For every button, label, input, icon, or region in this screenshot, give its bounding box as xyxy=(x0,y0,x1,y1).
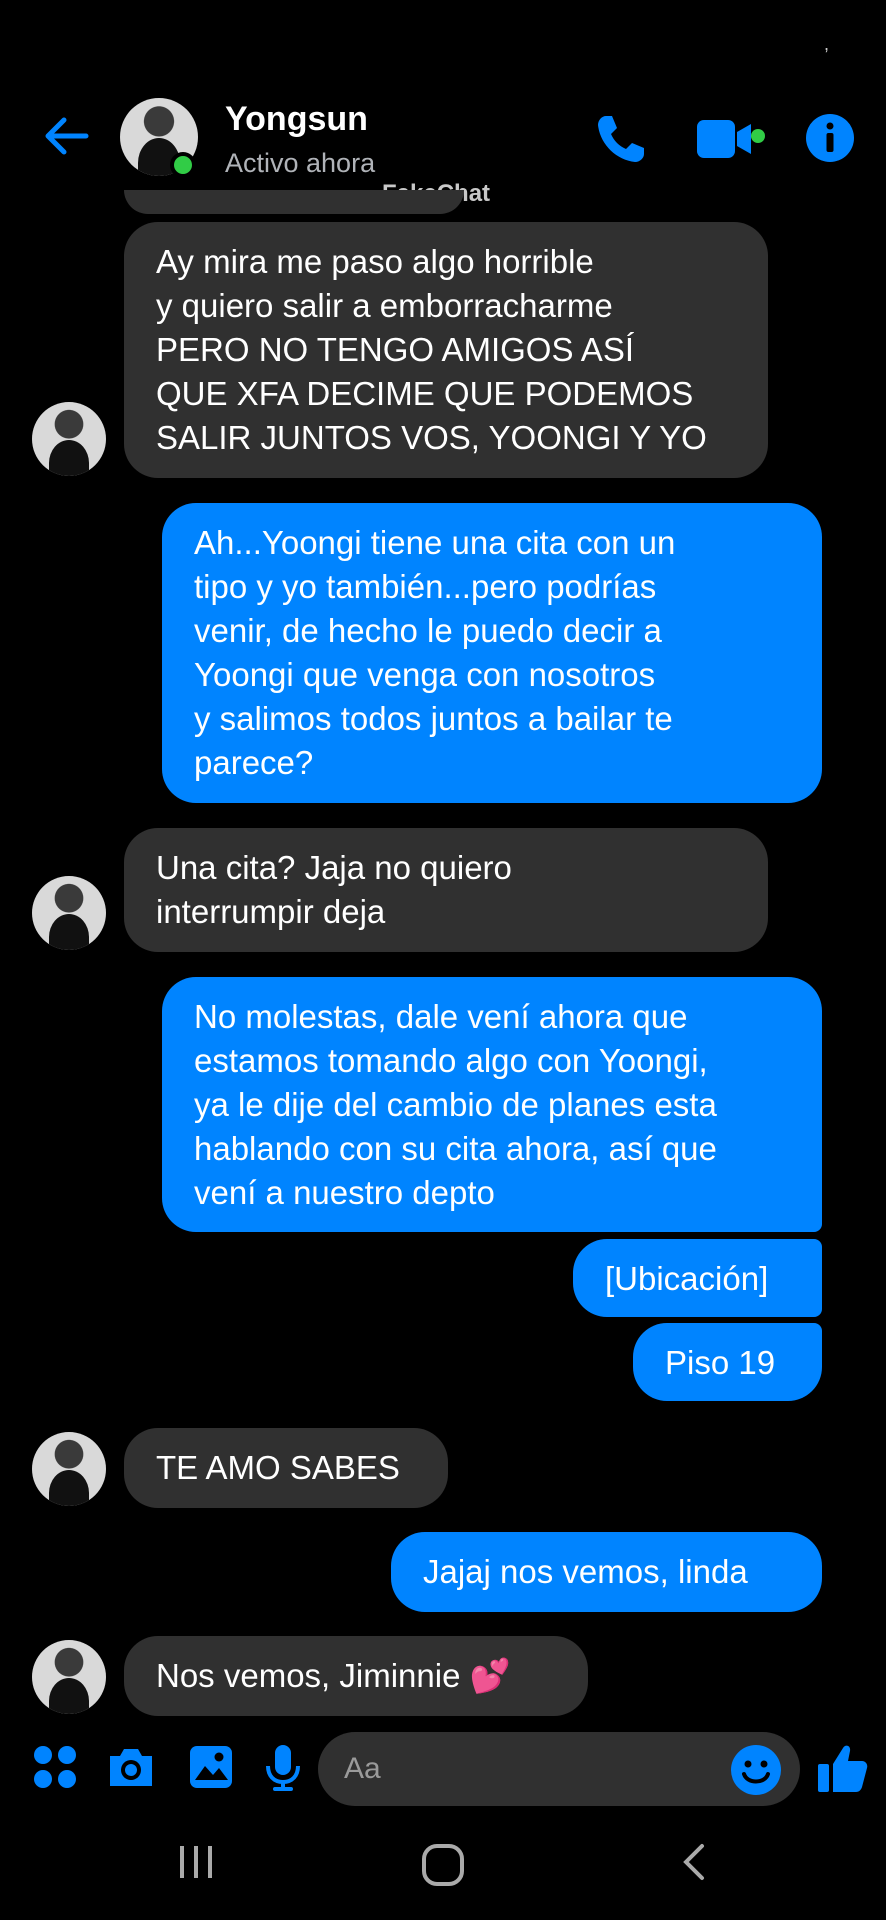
sender-avatar xyxy=(32,1432,106,1506)
thumbs-up-icon[interactable] xyxy=(814,1740,870,1796)
message-outgoing[interactable]: Jajaj nos vemos, linda xyxy=(391,1532,822,1612)
message-incoming[interactable]: Ay mira me paso algo horrible y quiero s… xyxy=(124,222,768,478)
sender-avatar xyxy=(32,402,106,476)
message-outgoing[interactable]: Piso 19 xyxy=(633,1323,822,1401)
status-bar-indicator: , xyxy=(824,34,830,54)
recent-apps-icon[interactable] xyxy=(176,1842,216,1882)
message-incoming[interactable]: Una cita? Jaja no quiero interrumpir dej… xyxy=(124,828,768,952)
online-indicator xyxy=(170,152,196,178)
info-icon[interactable] xyxy=(804,112,856,164)
message-incoming[interactable]: TE AMO SABES xyxy=(124,1428,448,1508)
sender-avatar xyxy=(32,1640,106,1714)
back-nav-icon[interactable] xyxy=(678,1842,708,1882)
emoji-icon[interactable] xyxy=(730,1744,782,1796)
phone-icon[interactable] xyxy=(594,112,648,166)
message-outgoing[interactable]: Ah...Yoongi tiene una cita con un tipo y… xyxy=(162,503,822,803)
camera-icon[interactable] xyxy=(106,1742,156,1792)
sender-avatar xyxy=(32,876,106,950)
message-outgoing-location[interactable]: [Ubicación] xyxy=(573,1239,822,1317)
message-input[interactable] xyxy=(318,1732,800,1806)
previous-message-fragment xyxy=(124,190,464,214)
microphone-icon[interactable] xyxy=(258,1742,308,1792)
video-camera-icon[interactable] xyxy=(695,116,765,162)
back-arrow-icon[interactable] xyxy=(40,110,92,162)
gallery-icon[interactable] xyxy=(186,1742,236,1792)
message-incoming[interactable]: Nos vemos, Jiminnie 💕 xyxy=(124,1636,588,1716)
home-icon[interactable] xyxy=(420,1842,466,1888)
message-outgoing[interactable]: No molestas, dale vení ahora que estamos… xyxy=(162,977,822,1232)
message-input-placeholder[interactable]: Aa xyxy=(344,1752,381,1786)
apps-grid-icon[interactable] xyxy=(30,1742,80,1792)
contact-name[interactable]: Yongsun xyxy=(225,100,368,139)
contact-status: Activo ahora xyxy=(225,148,376,178)
